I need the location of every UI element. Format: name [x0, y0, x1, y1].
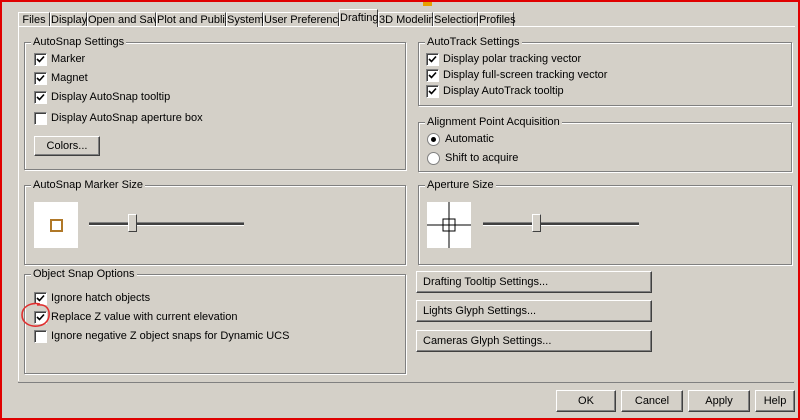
marker-label: Marker	[51, 53, 86, 65]
replace-z-label: Replace Z value with current elevation	[51, 311, 238, 323]
replace-z-checkbox[interactable]	[34, 310, 47, 324]
marker-square-icon	[50, 219, 63, 232]
alignment-point-title: Alignment Point Acquisition	[425, 116, 562, 128]
tab-display[interactable]: Display	[50, 12, 87, 27]
tab-user-preferences[interactable]: User Preferences	[263, 12, 350, 27]
aperture-size-title: Aperture Size	[425, 179, 496, 191]
autosnap-tooltip-checkbox[interactable]	[34, 90, 47, 104]
ignore-hatch-label: Ignore hatch objects	[51, 292, 151, 304]
tab-selection[interactable]: Selection	[433, 12, 479, 27]
tab-files[interactable]: Files	[18, 12, 50, 27]
cameras-glyph-settings-label: Cameras Glyph Settings...	[423, 335, 552, 347]
aperture-size-slider-track[interactable]	[483, 222, 639, 226]
polar-tracking-label: Display polar tracking vector	[443, 53, 582, 65]
automatic-label: Automatic	[445, 133, 494, 145]
autotrack-tooltip-checkbox[interactable]	[426, 84, 439, 98]
aperture-box-checkbox[interactable]	[34, 111, 47, 125]
fullscreen-tracking-label: Display full-screen tracking vector	[443, 69, 608, 81]
ignore-negative-z-label: Ignore negative Z object snaps for Dynam…	[51, 330, 290, 342]
marker-checkbox[interactable]	[34, 52, 47, 66]
automatic-radio[interactable]	[427, 132, 440, 146]
cancel-button-label: Cancel	[634, 395, 670, 407]
autotrack-settings-title: AutoTrack Settings	[425, 36, 522, 48]
ok-button[interactable]: OK	[556, 390, 616, 412]
object-snap-title: Object Snap Options	[31, 268, 137, 280]
ignore-negative-z-checkbox[interactable]	[34, 329, 47, 343]
tab-plot-and-publish[interactable]: Plot and Publish	[156, 12, 237, 27]
tab-drafting[interactable]: Drafting	[339, 9, 379, 27]
magnet-option[interactable]: Magnet	[34, 71, 88, 85]
drafting-tooltip-settings-button[interactable]: Drafting Tooltip Settings...	[416, 271, 652, 293]
magnet-checkbox[interactable]	[34, 71, 47, 85]
marker-size-title: AutoSnap Marker Size	[31, 179, 146, 191]
ignore-hatch-checkbox[interactable]	[34, 291, 47, 305]
autosnap-settings-group: AutoSnap Settings Marker Magnet Display …	[24, 36, 406, 170]
tab-open-and-save[interactable]: Open and Save	[87, 12, 164, 27]
aperture-box-label: Display AutoSnap aperture box	[51, 112, 203, 124]
tab-system[interactable]: System	[226, 12, 264, 27]
colors-button[interactable]: Colors...	[34, 136, 100, 156]
aperture-preview	[427, 202, 471, 248]
replace-z-option[interactable]: Replace Z value with current elevation	[34, 310, 237, 324]
lights-glyph-settings-label: Lights Glyph Settings...	[423, 305, 537, 317]
help-button-label: Help	[763, 395, 787, 407]
autotrack-tooltip-label: Display AutoTrack tooltip	[443, 85, 564, 97]
drafting-tooltip-settings-label: Drafting Tooltip Settings...	[423, 276, 549, 288]
marker-size-group: AutoSnap Marker Size	[24, 179, 406, 265]
shift-to-acquire-radio[interactable]	[427, 151, 440, 165]
aperture-crosshair-icon	[427, 202, 471, 248]
ignore-hatch-option[interactable]: Ignore hatch objects	[34, 291, 150, 305]
magnet-label: Magnet	[51, 72, 88, 84]
alignment-point-group: Alignment Point Acquisition Automatic Sh…	[418, 116, 792, 172]
fullscreen-tracking-checkbox[interactable]	[426, 68, 439, 82]
polar-tracking-option[interactable]: Display polar tracking vector	[426, 52, 581, 66]
aperture-size-slider-thumb[interactable]	[532, 214, 542, 232]
ignore-negative-z-option[interactable]: Ignore negative Z object snaps for Dynam…	[34, 329, 289, 343]
autosnap-settings-title: AutoSnap Settings	[31, 36, 127, 48]
cameras-glyph-settings-button[interactable]: Cameras Glyph Settings...	[416, 330, 652, 352]
help-button[interactable]: Help	[755, 390, 795, 412]
autosnap-tooltip-label: Display AutoSnap tooltip	[51, 91, 171, 103]
shift-to-acquire-label: Shift to acquire	[445, 152, 519, 164]
marker-size-slider-track[interactable]	[89, 222, 244, 226]
marker-option[interactable]: Marker	[34, 52, 85, 66]
aperture-size-group: Aperture Size	[418, 179, 792, 265]
marker-size-slider-thumb[interactable]	[128, 214, 138, 232]
colors-button-label: Colors...	[46, 140, 88, 152]
autotrack-tooltip-option[interactable]: Display AutoTrack tooltip	[426, 84, 564, 98]
automatic-option[interactable]: Automatic	[427, 132, 494, 146]
marker-preview	[34, 202, 78, 248]
lights-glyph-settings-button[interactable]: Lights Glyph Settings...	[416, 300, 652, 322]
aperture-box-option[interactable]: Display AutoSnap aperture box	[34, 111, 203, 125]
autotrack-settings-group: AutoTrack Settings Display polar trackin…	[418, 36, 792, 106]
apply-button-label: Apply	[705, 395, 733, 407]
footer-divider	[18, 382, 794, 383]
fullscreen-tracking-option[interactable]: Display full-screen tracking vector	[426, 68, 607, 82]
shift-to-acquire-option[interactable]: Shift to acquire	[427, 151, 518, 165]
autosnap-tooltip-option[interactable]: Display AutoSnap tooltip	[34, 90, 170, 104]
ok-button-label: OK	[578, 395, 594, 407]
tab-profiles[interactable]: Profiles	[478, 12, 516, 27]
tab-3d-modeling[interactable]: 3D Modeling	[378, 12, 441, 27]
polar-tracking-checkbox[interactable]	[426, 52, 439, 66]
object-snap-group: Object Snap Options Ignore hatch objects…	[24, 268, 406, 374]
apply-button[interactable]: Apply	[688, 390, 750, 412]
cancel-button[interactable]: Cancel	[621, 390, 683, 412]
dialog-top-strip	[2, 0, 792, 8]
